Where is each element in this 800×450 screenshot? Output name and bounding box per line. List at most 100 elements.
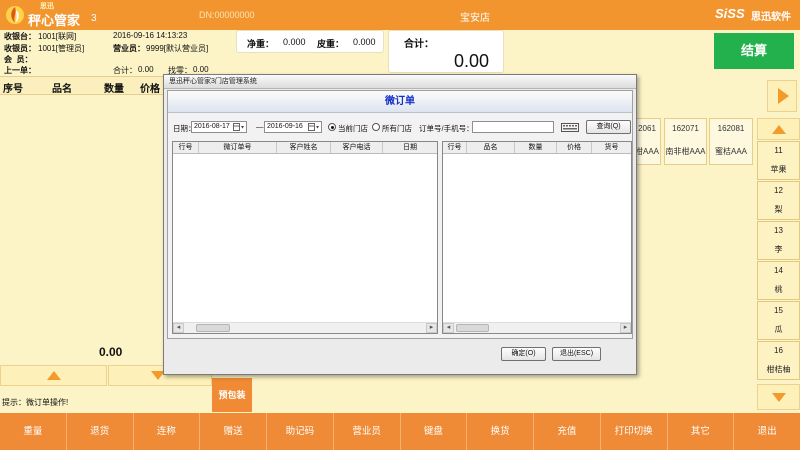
scroll-left-icon[interactable]: ◂ — [443, 323, 454, 333]
date-from-value: 2016-08-17 — [194, 123, 230, 130]
product-next-button[interactable] — [767, 80, 797, 112]
list-up-button[interactable] — [0, 365, 107, 386]
gift-button[interactable]: 赠送 — [200, 413, 267, 450]
category-name: 梨 — [774, 205, 783, 214]
settle-button[interactable]: 结算 — [714, 33, 794, 69]
column-header[interactable]: 货号 — [592, 142, 631, 153]
all-stores-radio[interactable] — [372, 123, 380, 131]
items-table[interactable]: 行号 品名 数量 价格 货号 ◂ ▸ — [442, 141, 632, 334]
micro-order-dialog: 思迅秤心管家3门店管理系统 微订单 日期： 2016-08-17 — 2016-… — [163, 74, 637, 375]
scroll-left-icon[interactable]: ◂ — [173, 323, 184, 333]
column-header[interactable]: 客户姓名 — [277, 142, 331, 153]
category-name: 桃 — [774, 285, 783, 294]
column-header[interactable]: 微订单号 — [199, 142, 277, 153]
category-name: 苹果 — [770, 165, 787, 174]
total-value: 0.00 — [453, 51, 489, 71]
category-code: 12 — [774, 186, 783, 195]
current-store-radio[interactable] — [328, 123, 336, 131]
product-tile[interactable]: 162081 蜜桔AAA — [709, 118, 753, 165]
items-table-header: 行号 品名 数量 价格 货号 — [443, 142, 631, 154]
category-item[interactable]: 13 李 — [757, 221, 800, 260]
all-stores-label: 所有门店 — [382, 124, 412, 133]
exit-button[interactable]: 退出 — [734, 413, 800, 450]
column-header[interactable]: 价格 — [557, 142, 592, 153]
hint-text: 提示：微订单操作! — [2, 398, 69, 407]
keyboard-button[interactable]: 键盘 — [401, 413, 468, 450]
column-header[interactable]: 品名 — [467, 142, 515, 153]
category-code: 14 — [774, 266, 783, 275]
column-header: 价格 — [140, 84, 160, 95]
product-tile[interactable]: 2061 柑AAA — [633, 118, 661, 165]
print-switch-button[interactable]: 打印切换 — [601, 413, 668, 450]
store-name: 宝安店 — [460, 13, 490, 24]
dialog-heading: 微订单 — [168, 91, 632, 113]
scale-readout: 净重： 0.000 皮重： 0.000 — [236, 30, 384, 53]
right-arrow-icon — [778, 88, 789, 104]
logo-icon — [6, 6, 24, 24]
ok-button[interactable]: 确定(O) — [501, 347, 546, 361]
column-header[interactable]: 行号 — [173, 142, 199, 153]
up-arrow-icon — [772, 125, 786, 134]
return-button[interactable]: 退货 — [67, 413, 134, 450]
product-tile[interactable]: 162071 南非柑AAA — [664, 118, 707, 165]
continuous-weigh-button[interactable]: 连称 — [134, 413, 201, 450]
vendor-logo: SiSS — [715, 6, 745, 21]
tare-weight-label: 皮重： — [317, 39, 345, 49]
calendar-icon[interactable] — [308, 123, 320, 131]
datetime: 2016-09-16 14:13:23 — [113, 31, 188, 40]
date-from-picker[interactable]: 2016-08-17 — [191, 121, 247, 133]
net-weight-label: 净重： — [247, 39, 275, 49]
category-down-button[interactable] — [757, 384, 800, 410]
product-code: 2061 — [638, 124, 656, 133]
vendor-name: 思迅软件 — [751, 12, 791, 23]
last-total-label: 合计： — [113, 66, 137, 75]
net-weight-value: 0.000 — [283, 37, 306, 47]
calendar-icon[interactable] — [233, 123, 245, 131]
category-item[interactable]: 12 梨 — [757, 181, 800, 220]
dialog-exit-button[interactable]: 退出(ESC) — [552, 347, 601, 361]
horizontal-scrollbar[interactable]: ◂ ▸ — [173, 322, 437, 333]
tare-weight-value: 0.000 — [353, 37, 376, 47]
member-label: 会 员： — [4, 55, 33, 64]
device-number: DN:00000000 — [199, 10, 255, 20]
category-item[interactable]: 11 苹果 — [757, 141, 800, 180]
category-name: 瓜 — [774, 325, 783, 334]
function-key-bar: 重量 退货 连称 赠送 助记码 营业员 键盘 换货 充值 打印切换 其它 退出 — [0, 413, 800, 450]
cashier-label: 收银员： — [4, 44, 36, 53]
up-arrow-icon — [47, 371, 61, 380]
other-button[interactable]: 其它 — [668, 413, 735, 450]
app-title: 秤心管家 — [28, 13, 81, 28]
column-header[interactable]: 客户电话 — [331, 142, 383, 153]
product-name: 蜜桔AAA — [714, 147, 747, 156]
horizontal-scrollbar[interactable]: ◂ ▸ — [443, 322, 631, 333]
exchange-button[interactable]: 换货 — [467, 413, 534, 450]
scroll-right-icon[interactable]: ▸ — [620, 323, 631, 333]
keyboard-icon[interactable] — [561, 123, 579, 132]
register-label: 收银台： — [4, 32, 36, 41]
column-header[interactable]: 行号 — [443, 142, 467, 153]
category-item[interactable]: 15 瓜 — [757, 301, 800, 340]
date-to-picker[interactable]: 2016-09-16 — [264, 121, 322, 133]
cashier-value: 1001[管理员] — [38, 44, 85, 53]
prepack-button[interactable]: 预包装 — [212, 378, 252, 412]
category-up-button[interactable] — [757, 118, 800, 140]
category-item[interactable]: 14 桃 — [757, 261, 800, 300]
weight-button[interactable]: 重量 — [0, 413, 67, 450]
orders-table-header: 行号 微订单号 客户姓名 客户电话 日期 — [173, 142, 437, 154]
mnemonic-code-button[interactable]: 助记码 — [267, 413, 334, 450]
column-header: 序号 — [3, 84, 23, 95]
column-header[interactable]: 数量 — [515, 142, 557, 153]
query-button[interactable]: 查询(Q) — [586, 120, 631, 134]
column-header[interactable]: 日期 — [383, 142, 437, 153]
recharge-button[interactable]: 充值 — [534, 413, 601, 450]
orders-table[interactable]: 行号 微订单号 客户姓名 客户电话 日期 ◂ ▸ — [172, 141, 438, 334]
scroll-thumb[interactable] — [456, 324, 489, 332]
dialog-title-bar[interactable]: 思迅秤心管家3门店管理系统 — [164, 75, 636, 89]
scroll-thumb[interactable] — [196, 324, 230, 332]
category-code: 16 — [774, 346, 783, 355]
category-name: 李 — [774, 245, 783, 254]
order-search-input[interactable] — [472, 121, 554, 133]
category-item[interactable]: 16 柑桔柚 — [757, 341, 800, 380]
salesperson-button[interactable]: 营业员 — [334, 413, 401, 450]
scroll-right-icon[interactable]: ▸ — [426, 323, 437, 333]
